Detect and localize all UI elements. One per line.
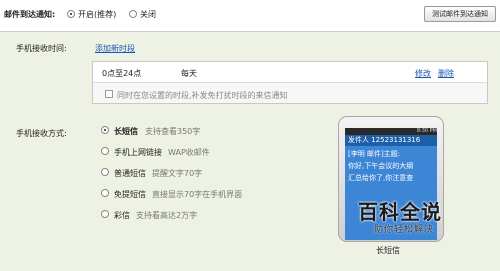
method-desc-flash-sms: 直接显示70字在手机界面 — [152, 190, 243, 199]
receive-method-label: 手机接收方式: — [16, 129, 67, 138]
method-name-normal-sms[interactable]: 普通短信 — [114, 168, 146, 179]
phone-status-bar: 8:30 PM — [345, 128, 437, 135]
resend-checkbox[interactable] — [105, 90, 113, 98]
method-desc-long-sms: 支持查看350字 — [145, 127, 201, 136]
sms-line: [李明 邮件]主题: — [348, 150, 401, 158]
method-radio-normal-sms[interactable] — [101, 168, 109, 176]
watermark-slogan: 助你轻松解决 — [374, 225, 435, 235]
method-name-wap-link[interactable]: 手机上网链接 — [114, 147, 162, 158]
method-radio-long-sms[interactable] — [101, 126, 109, 134]
method-radio-mms[interactable] — [101, 210, 109, 218]
notify-on-label[interactable]: 开启(推荐) — [78, 9, 116, 20]
notify-off-label[interactable]: 关闭 — [140, 9, 156, 20]
sms-line: 汇总给你了,你注意查 — [348, 174, 414, 182]
period-range: 0点至24点 — [102, 69, 142, 78]
method-name-flash-sms[interactable]: 免提短信 — [114, 189, 146, 200]
method-desc-normal-sms: 提醒文字70字 — [152, 169, 203, 178]
edit-period-link[interactable]: 修改 — [415, 68, 431, 79]
method-desc-wap-link: WAP收邮件 — [168, 148, 210, 157]
resend-checkbox-label: 同时在您设置的时段,补发免打扰时段的来信通知 — [117, 91, 288, 100]
method-radio-flash-sms[interactable] — [101, 189, 109, 197]
notify-on-radio[interactable] — [67, 10, 75, 18]
method-radio-wap-link[interactable] — [101, 147, 109, 155]
notify-off-radio[interactable] — [129, 10, 137, 18]
add-time-period-link[interactable]: 添加新时段 — [95, 43, 135, 54]
delete-period-link[interactable]: 删除 — [438, 68, 454, 79]
watermark-logo-text: 百科全说 — [358, 200, 442, 224]
method-name-long-sms[interactable]: 长短信 — [114, 126, 138, 137]
method-name-mms[interactable]: 彩信 — [114, 210, 130, 221]
sms-line: 你好,下午会议的大纲 — [348, 162, 414, 170]
test-notification-button[interactable]: 测试邮件到达通知 — [424, 6, 496, 22]
period-frequency: 每天 — [181, 69, 197, 78]
mail-notify-title: 邮件到达通知: — [4, 10, 56, 19]
preview-caption: 长短信 — [376, 246, 400, 255]
sms-sender: 发件人 12523131316 — [345, 135, 437, 146]
receive-time-label: 手机接收时间: — [16, 44, 67, 53]
method-desc-mms: 支持看高达2万字 — [136, 211, 198, 220]
